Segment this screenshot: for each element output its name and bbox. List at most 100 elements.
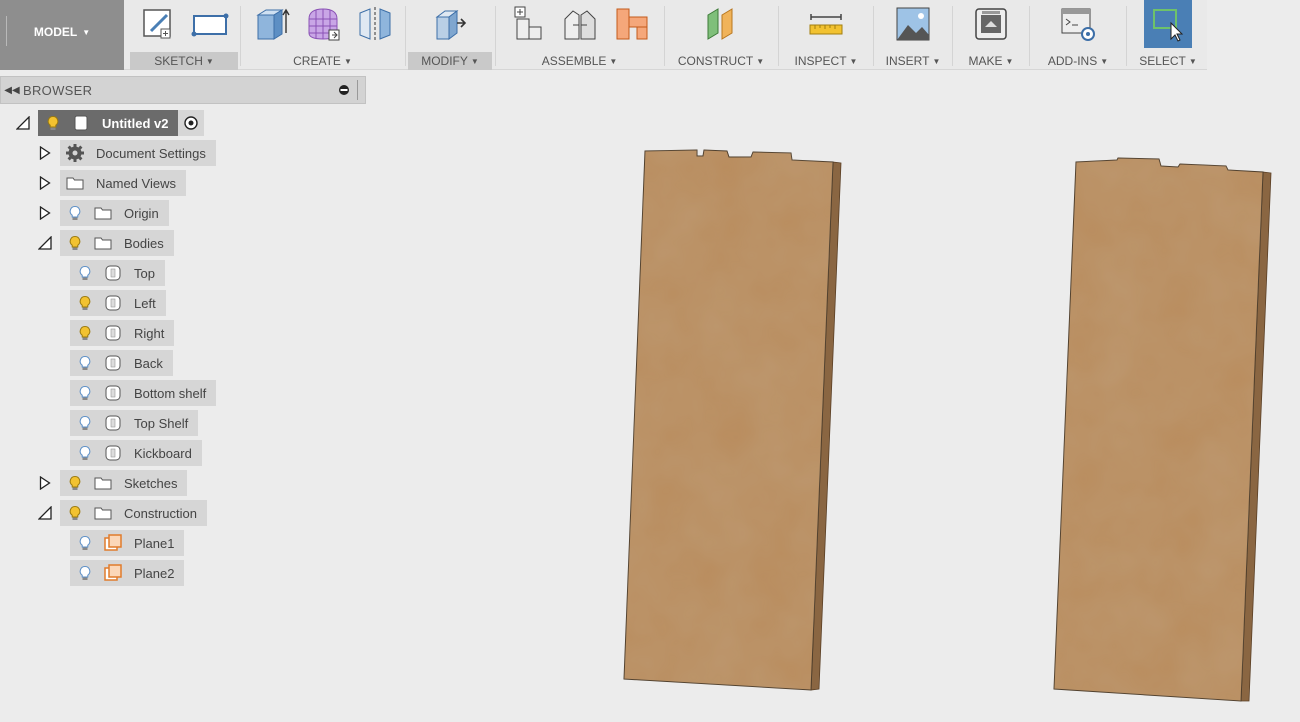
- sketch-icon: [143, 9, 171, 39]
- bulb-icon[interactable]: [74, 532, 96, 554]
- model-canvas[interactable]: [0, 0, 1300, 722]
- form-icon: [308, 8, 339, 41]
- collapsed-triangle-icon[interactable]: [36, 204, 54, 222]
- bulb-icon[interactable]: [74, 382, 96, 404]
- tree-item-pill[interactable]: Construction: [60, 500, 207, 526]
- make-menu[interactable]: MAKE ▼: [955, 52, 1027, 70]
- create-form-button[interactable]: [303, 4, 343, 44]
- tree-body-right[interactable]: Right: [60, 320, 175, 346]
- collapse-browser-icon[interactable]: ◀◀: [1, 85, 23, 96]
- bulb-icon[interactable]: [74, 562, 96, 584]
- tree-item-label: Left: [134, 295, 156, 311]
- assemble-group: ASSEMBLE ▼: [498, 0, 661, 70]
- as-built-joint-button[interactable]: [612, 4, 652, 44]
- bulb-icon[interactable]: [74, 412, 96, 434]
- tree-plane1[interactable]: Plane1: [60, 530, 185, 556]
- collapsed-triangle-icon[interactable]: [36, 474, 54, 492]
- tree-item-label: Untitled v2: [102, 115, 169, 131]
- tree-body-top[interactable]: Top: [60, 260, 165, 286]
- bulb-icon[interactable]: [64, 502, 86, 524]
- tree-item-pill[interactable]: Origin: [60, 200, 169, 226]
- bulb-icon[interactable]: [64, 202, 86, 224]
- tree-body-back[interactable]: Back: [60, 350, 173, 376]
- activate-radio-icon[interactable]: [178, 110, 205, 136]
- press-pull-button[interactable]: [430, 4, 470, 44]
- tree-body-top-shelf[interactable]: Top Shelf: [60, 410, 199, 436]
- select-button[interactable]: [1144, 0, 1192, 48]
- bulb-icon[interactable]: [64, 472, 86, 494]
- collapsed-triangle-icon[interactable]: [36, 174, 54, 192]
- tree-construction[interactable]: Construction: [36, 500, 207, 526]
- tree-item-pill[interactable]: Document Settings: [60, 140, 216, 166]
- tree-item-pill[interactable]: Untitled v2: [38, 110, 179, 136]
- tree-item-pill[interactable]: Right: [70, 320, 175, 346]
- tree-item-pill[interactable]: Plane1: [70, 530, 185, 556]
- tree-body-kickboard[interactable]: Kickboard: [60, 440, 202, 466]
- tree-document-settings[interactable]: Document Settings: [36, 140, 216, 166]
- tree-item-pill[interactable]: Back: [70, 350, 173, 376]
- tree-body-bottom-shelf[interactable]: Bottom shelf: [60, 380, 217, 406]
- expanded-triangle-icon[interactable]: [36, 234, 54, 252]
- 3d-print-button[interactable]: [971, 4, 1011, 44]
- sketch-menu[interactable]: SKETCH ▼: [130, 52, 238, 70]
- board-right-panel[interactable]: [1053, 157, 1272, 702]
- bulb-icon[interactable]: [74, 352, 96, 374]
- tree-item-pill[interactable]: Bodies: [60, 230, 174, 256]
- tree-item-pill[interactable]: Top: [70, 260, 165, 286]
- bulb-icon[interactable]: [74, 442, 96, 464]
- tree-item-pill[interactable]: Left: [70, 290, 166, 316]
- board-left-panel[interactable]: [623, 149, 842, 691]
- construct-menu[interactable]: CONSTRUCT ▼: [667, 52, 775, 70]
- tree-plane2[interactable]: Plane2: [60, 560, 185, 586]
- tree-item-pill[interactable]: Sketches: [60, 470, 188, 496]
- tree-item-pill[interactable]: Named Views: [60, 170, 186, 196]
- addins-menu[interactable]: ADD-INS ▼: [1032, 52, 1124, 70]
- browser-root[interactable]: Untitled v2: [14, 110, 205, 136]
- tree-item-label: Origin: [124, 205, 159, 221]
- tree-named-views[interactable]: Named Views: [36, 170, 186, 196]
- insert-menu[interactable]: INSERT ▼: [876, 52, 950, 70]
- canvas-viewport[interactable]: [0, 0, 1300, 722]
- tree-sketches[interactable]: Sketches: [36, 470, 188, 496]
- make-group: MAKE ▼: [955, 0, 1027, 70]
- bulb-icon[interactable]: [42, 112, 64, 134]
- scripts-button[interactable]: [1058, 4, 1098, 44]
- browser-resize-handle[interactable]: [357, 80, 363, 100]
- new-component-icon: [514, 6, 541, 40]
- new-component-button[interactable]: [508, 4, 548, 44]
- bulb-icon[interactable]: [74, 292, 96, 314]
- rectangle-icon: [191, 13, 229, 37]
- tree-item-pill[interactable]: Top Shelf: [70, 410, 199, 436]
- mirror-icon: [359, 7, 390, 41]
- expanded-triangle-icon[interactable]: [14, 114, 32, 132]
- select-group: SELECT ▼: [1129, 0, 1207, 70]
- tree-body-left[interactable]: Left: [60, 290, 166, 316]
- expanded-triangle-icon[interactable]: [36, 504, 54, 522]
- bulb-icon[interactable]: [74, 322, 96, 344]
- bulb-icon[interactable]: [64, 232, 86, 254]
- offset-plane-button[interactable]: [701, 4, 741, 44]
- joint-button[interactable]: [560, 4, 600, 44]
- create-menu[interactable]: CREATE ▼: [243, 52, 402, 70]
- assemble-menu[interactable]: ASSEMBLE ▼: [498, 52, 661, 70]
- tree-origin[interactable]: Origin: [36, 200, 169, 226]
- tree-bodies[interactable]: Bodies: [36, 230, 174, 256]
- rectangle-button[interactable]: [190, 4, 230, 44]
- tree-item-pill[interactable]: Bottom shelf: [70, 380, 217, 406]
- measure-button[interactable]: [806, 4, 846, 44]
- create-sketch-button[interactable]: [138, 4, 178, 44]
- collapsed-triangle-icon[interactable]: [36, 144, 54, 162]
- modify-menu[interactable]: MODIFY ▼: [408, 52, 492, 70]
- insert-image-button[interactable]: [893, 4, 933, 44]
- extrude-button[interactable]: [251, 4, 291, 44]
- workspace-switcher[interactable]: MODEL ▼: [0, 0, 124, 70]
- tree-item-pill[interactable]: Plane2: [70, 560, 185, 586]
- mirror-button[interactable]: [355, 4, 395, 44]
- select-menu[interactable]: SELECT ▼: [1129, 52, 1207, 70]
- inspect-menu[interactable]: INSPECT ▼: [781, 52, 871, 70]
- body-icon: [102, 442, 124, 464]
- browser-options-icon[interactable]: [331, 84, 357, 96]
- bulb-icon[interactable]: [74, 262, 96, 284]
- tree-item-pill[interactable]: Kickboard: [70, 440, 202, 466]
